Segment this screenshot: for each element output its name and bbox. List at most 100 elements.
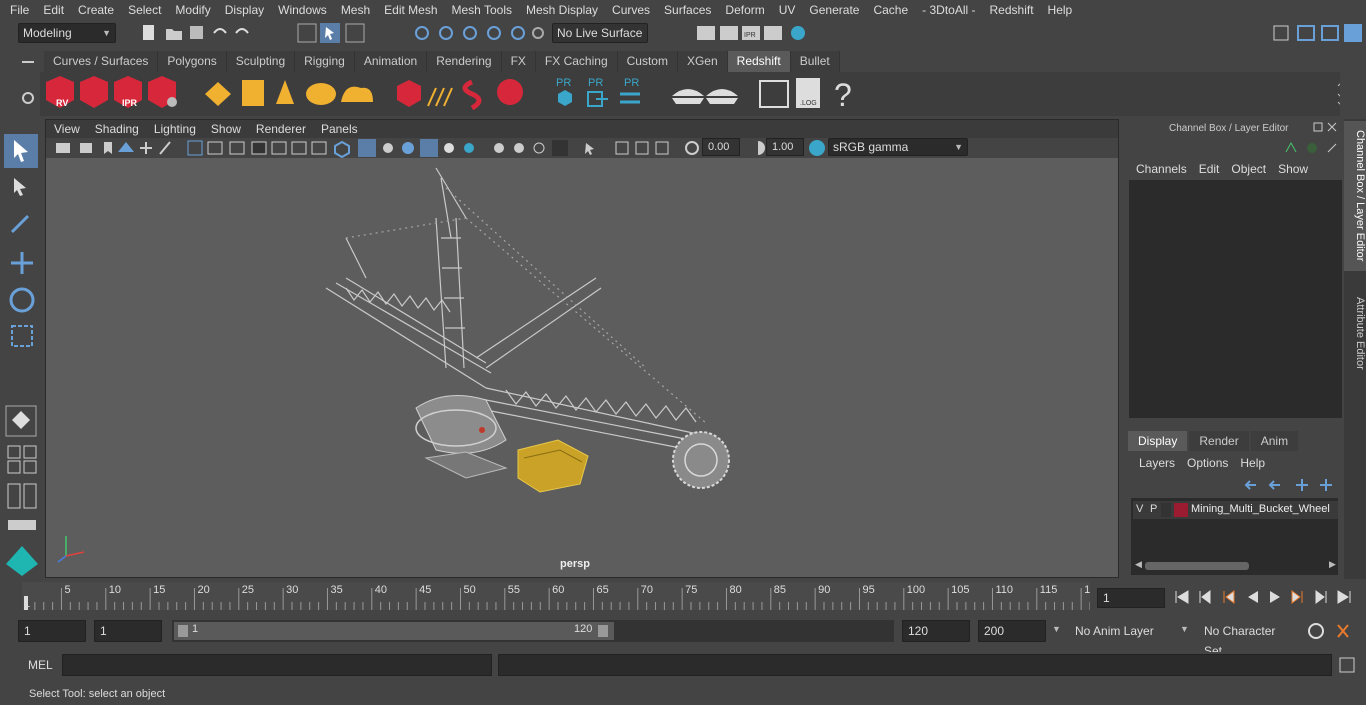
channelbox-menu-channels[interactable]: Channels: [1130, 161, 1193, 177]
color-space-dropdown[interactable]: sRGB gamma ▼: [828, 138, 968, 156]
menu-select[interactable]: Select: [121, 0, 168, 20]
exposure-field[interactable]: 0.00: [702, 138, 740, 156]
shelf-tab-rigging[interactable]: Rigging: [295, 51, 355, 72]
select-mode-icons[interactable]: [296, 22, 376, 44]
film-gate-icon[interactable]: [207, 141, 223, 155]
lasso-tool-icon[interactable]: [14, 178, 26, 196]
shelf-tab-xgen[interactable]: XGen: [677, 51, 728, 72]
animation-prefs-icon[interactable]: [1337, 624, 1349, 638]
layer-menu-options[interactable]: Options: [1181, 455, 1234, 471]
channelbox-toggle-icons[interactable]: [1282, 140, 1342, 156]
select-camera-icon[interactable]: [56, 143, 70, 153]
rs-spot-light-icon[interactable]: [276, 80, 294, 104]
range-slider[interactable]: 1 120: [172, 620, 894, 642]
menu-redshift[interactable]: Redshift: [983, 0, 1041, 20]
layer-name[interactable]: Mining_Multi_Bucket_Wheel: [1191, 503, 1330, 515]
channel-list[interactable]: [1129, 180, 1342, 418]
grid-icon[interactable]: [187, 140, 203, 156]
playback-start-field[interactable]: 1: [94, 620, 162, 642]
menu-windows[interactable]: Windows: [271, 0, 334, 20]
layer-row[interactable]: V P Mining_Multi_Bucket_Wheel: [1133, 501, 1338, 519]
color-management-icon[interactable]: [809, 140, 825, 156]
xray-active-icon[interactable]: [635, 141, 649, 155]
menu-display[interactable]: Display: [218, 0, 271, 20]
depth-of-field-icon[interactable]: [533, 142, 545, 154]
rs-sun-sky-icon[interactable]: [341, 86, 373, 102]
shelf-tab-curves-surfaces[interactable]: Curves / Surfaces: [44, 51, 159, 72]
menu-modify[interactable]: Modify: [168, 0, 217, 20]
layout-single-icon[interactable]: [7, 445, 21, 459]
shelf-tab-redshift[interactable]: Redshift: [727, 51, 791, 72]
layer-menu-help[interactable]: Help: [1234, 455, 1271, 471]
rs-log-icon[interactable]: .LOG: [796, 78, 820, 108]
bookmark-icon[interactable]: [104, 142, 112, 154]
rs-pr-export-icon[interactable]: PR: [587, 77, 608, 107]
render-icons[interactable]: IPR: [694, 22, 814, 44]
chevron-down-icon[interactable]: ▼: [1052, 624, 1061, 634]
layer-scrollbar[interactable]: ◀ ▶: [1133, 559, 1338, 572]
resolution-gate-icon[interactable]: [229, 141, 245, 155]
current-time-marker[interactable]: [24, 596, 28, 610]
anim-layer-dropdown[interactable]: No Anim Layer: [1070, 620, 1176, 642]
workspace-icons[interactable]: [1270, 22, 1366, 44]
menu-mesh[interactable]: Mesh: [334, 0, 377, 20]
time-slider[interactable]: 1510152025303540455055606570758085909510…: [22, 582, 1096, 610]
rs-code-icon[interactable]: [759, 80, 789, 108]
menu-create[interactable]: Create: [71, 0, 121, 20]
viewport-menu-lighting[interactable]: Lighting: [146, 120, 203, 138]
layer-playback-toggle[interactable]: P: [1150, 503, 1157, 515]
rotate-tool-icon[interactable]: [9, 287, 35, 313]
scrollbar-thumb[interactable]: [1145, 562, 1249, 570]
shelf-scroll-icon[interactable]: [1337, 81, 1347, 107]
chevron-down-icon[interactable]: ▼: [1180, 624, 1189, 634]
current-frame-field[interactable]: 1: [1097, 588, 1165, 608]
layer-tab-display[interactable]: Display: [1128, 431, 1188, 451]
playback-end-field[interactable]: 120: [902, 620, 970, 642]
rs-render-view-icon[interactable]: RV: [46, 76, 74, 108]
command-input[interactable]: [62, 654, 492, 676]
field-chart-icon[interactable]: [271, 141, 287, 155]
panel-float-icons[interactable]: [1312, 121, 1342, 133]
screen-space-ao-icon[interactable]: [464, 143, 474, 153]
scroll-left-icon[interactable]: ◀: [1135, 559, 1142, 570]
shelf-tab-fx[interactable]: FX: [501, 51, 536, 72]
smooth-shade-icon[interactable]: [358, 139, 376, 157]
layout-four-icon[interactable]: [23, 445, 37, 459]
backface-icon[interactable]: [655, 141, 669, 155]
xray-joints-icon[interactable]: [615, 141, 629, 155]
xray-icon[interactable]: [585, 143, 594, 155]
menu-generate[interactable]: Generate: [802, 0, 866, 20]
shelf-tab-rendering[interactable]: Rendering: [427, 51, 502, 72]
gate-mask-icon[interactable]: [251, 141, 267, 155]
layout-two-icon[interactable]: [7, 460, 21, 474]
menu-mesh-display[interactable]: Mesh Display: [519, 0, 605, 20]
menu-set-dropdown[interactable]: Modeling ▼: [18, 23, 116, 43]
playback-controls[interactable]: [1172, 586, 1362, 608]
rs-pr-object-icon[interactable]: PR: [556, 77, 572, 106]
file-icons-group[interactable]: [140, 23, 260, 43]
wireframe-icon[interactable]: [334, 140, 350, 158]
viewport-menu-renderer[interactable]: Renderer: [248, 120, 313, 138]
rs-hair-icon[interactable]: [427, 87, 453, 107]
channelbox-menu-object[interactable]: Object: [1225, 161, 1272, 177]
camera-attrs-icon[interactable]: [80, 143, 92, 153]
shadows-icon[interactable]: [444, 143, 454, 153]
multisample-aa-icon[interactable]: [514, 143, 524, 153]
viewport-menu-show[interactable]: Show: [203, 120, 248, 138]
layer-visibility-toggle[interactable]: V: [1136, 503, 1143, 515]
safe-action-icon[interactable]: [291, 141, 307, 155]
scene-end-field[interactable]: 200: [978, 620, 1046, 642]
menu-surfaces[interactable]: Surfaces: [657, 0, 718, 20]
rs-bake-set-icon[interactable]: [706, 89, 738, 104]
layer-tab-anim[interactable]: Anim: [1250, 431, 1299, 451]
gamma-field[interactable]: 1.00: [766, 138, 804, 156]
rs-area-light-icon[interactable]: [205, 82, 231, 106]
range-end-grip[interactable]: [598, 625, 608, 637]
rs-proxy-icon[interactable]: [397, 80, 421, 107]
layout-persp-icon[interactable]: [23, 460, 37, 474]
outliner-layout-icon[interactable]: [7, 483, 21, 509]
rs-ipr-icon[interactable]: IPR: [114, 76, 142, 108]
range-slider-handle[interactable]: 1 120: [174, 622, 614, 640]
motion-blur-icon[interactable]: [494, 143, 504, 153]
script-language-label[interactable]: MEL: [28, 658, 53, 672]
